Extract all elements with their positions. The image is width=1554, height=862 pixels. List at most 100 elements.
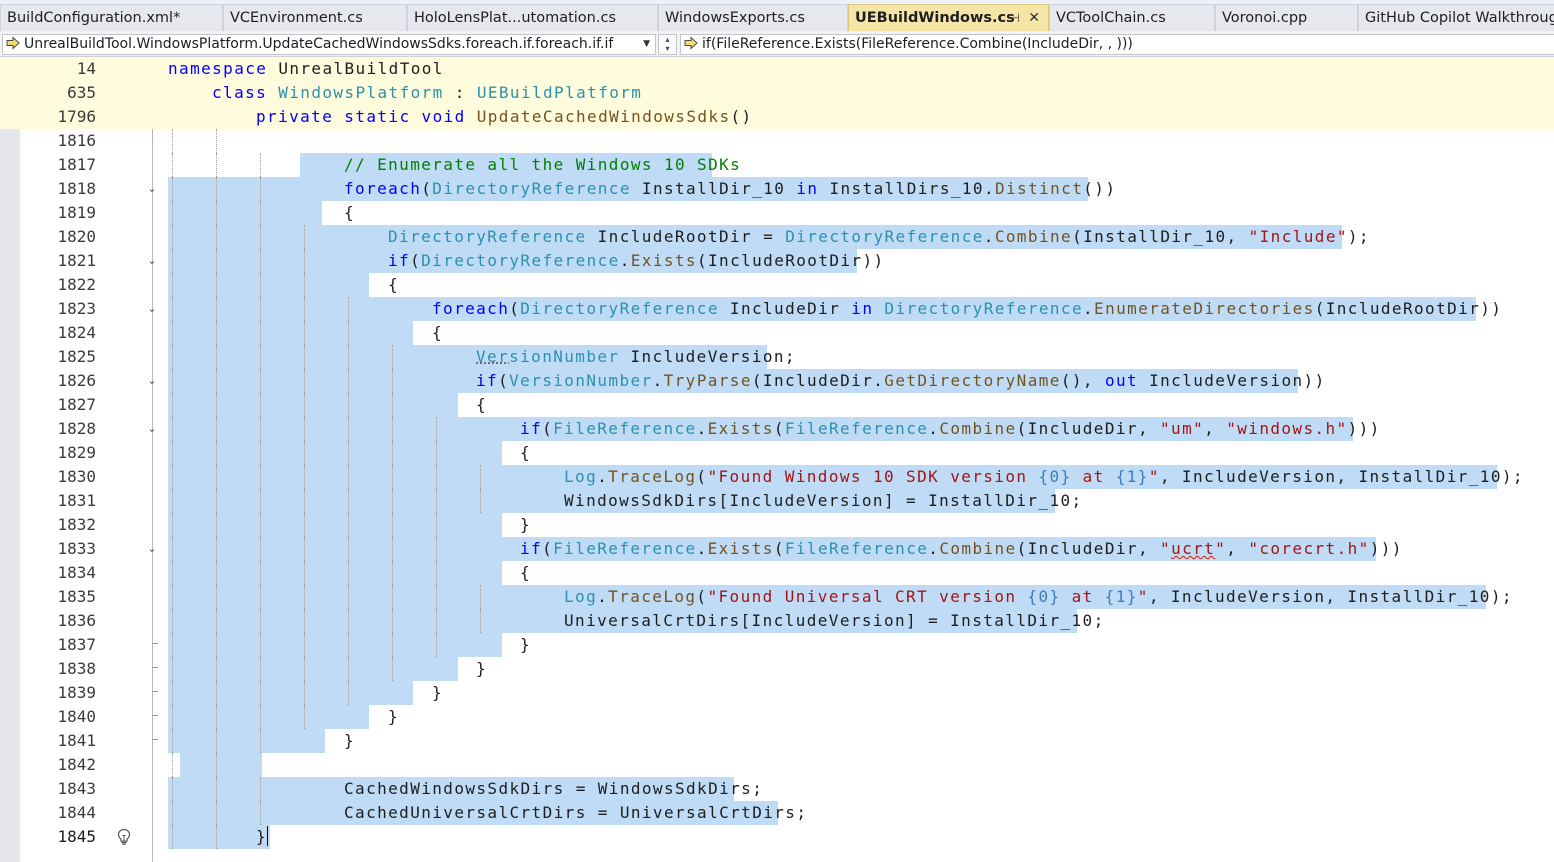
indent-guide	[392, 561, 393, 585]
code-line[interactable]: 1842	[0, 753, 1554, 777]
indent-guide	[260, 705, 261, 729]
code-line[interactable]: 1830 Log.TraceLog("Found Windows 10 SDK v…	[0, 465, 1554, 489]
code-line[interactable]: 1832}	[0, 513, 1554, 537]
collapse-chevron-icon[interactable]: ⌄	[146, 537, 158, 561]
indent-guide	[216, 225, 217, 249]
code-line[interactable]: 1820 DirectoryReference IncludeRootDir = …	[0, 225, 1554, 249]
sticky-scroll-header: 14 namespace UnrealBuildTool 635 class W…	[0, 57, 1554, 130]
indent-guide	[260, 489, 261, 513]
code-line[interactable]: 1840}	[0, 705, 1554, 729]
code-line[interactable]: 1845}	[0, 825, 1554, 849]
code-line[interactable]: 1836 UniversalCrtDirs[IncludeVersion] = I…	[0, 609, 1554, 633]
tab-github-copilot-walkthrough[interactable]: GitHub Copilot Walkthrough	[1358, 4, 1554, 31]
indent-guide	[304, 489, 305, 513]
pin-icon[interactable]: ⊣	[1010, 5, 1020, 31]
code-line[interactable]: 1821 ⌄ if(DirectoryReference.Exists(Includ…	[0, 249, 1554, 273]
close-icon[interactable]: ✕	[1028, 5, 1040, 31]
tab-vctoolchain-cs[interactable]: VCToolChain.cs	[1049, 4, 1215, 31]
indent-guide	[172, 633, 173, 657]
code-text: {	[344, 203, 356, 222]
indent-guide	[348, 681, 349, 705]
code-line[interactable]: 1837}	[0, 633, 1554, 657]
tab-hololensplatform-automation-cs[interactable]: HoloLensPlat...utomation.cs	[407, 4, 658, 31]
code-line[interactable]: 1822 {	[0, 273, 1554, 297]
tab-uebuildwindows-cs[interactable]: UEBuildWindows.cs ⊣ ✕	[848, 4, 1049, 31]
code-line[interactable]: 1817 // Enumerate all the Windows 10 SDKs	[0, 153, 1554, 177]
code-line[interactable]: 1838}	[0, 657, 1554, 681]
indent-guide	[304, 393, 305, 417]
indent-guide	[392, 513, 393, 537]
code-text: WindowsSdkDirs[IncludeVersion] = Install…	[564, 491, 1083, 510]
indent-guide	[260, 801, 261, 825]
code-line[interactable]: 1828 ⌄ if(FileReference.Exists(FileReferen…	[0, 417, 1554, 441]
member-dropdown[interactable]: if(FileReference.Exists(FileReference.Co…	[680, 34, 1554, 55]
tab-buildconfiguration-xml[interactable]: BuildConfiguration.xml*	[0, 4, 223, 31]
code-text: VersionNumber IncludeVersion;	[476, 347, 796, 366]
code-line[interactable]: 1839}	[0, 681, 1554, 705]
collapse-chevron-icon[interactable]: ⌄	[146, 249, 158, 273]
line-number: 1823	[57, 299, 96, 318]
indent-guide	[436, 417, 437, 441]
line-number: 1829	[57, 443, 96, 462]
sticky-line[interactable]: 1796 private static void UpdateCachedWin…	[0, 105, 1554, 129]
code-line[interactable]: 1834 {	[0, 561, 1554, 585]
indent-guide	[216, 825, 217, 849]
scope-label: UnrealBuildTool.WindowsPlatform.UpdateCa…	[24, 36, 614, 52]
indent-guide	[480, 465, 481, 489]
tab-windowsexports-cs[interactable]: WindowsExports.cs	[658, 4, 848, 31]
indent-guide	[260, 513, 261, 537]
indent-guide	[480, 609, 481, 633]
code-line[interactable]: 1823 ⌄ foreach(DirectoryReference IncludeD…	[0, 297, 1554, 321]
code-line[interactable]: 1816	[0, 129, 1554, 153]
line-number: 1825	[57, 347, 96, 366]
code-line[interactable]: 1827 {	[0, 393, 1554, 417]
code-line[interactable]: 1818 ⌄ foreach(DirectoryReference InstallD…	[0, 177, 1554, 201]
collapse-chevron-icon[interactable]: ⌄	[146, 369, 158, 393]
indent-guide	[392, 465, 393, 489]
collapse-chevron-icon[interactable]: ⌄	[146, 297, 158, 321]
collapse-chevron-icon[interactable]: ⌄	[146, 417, 158, 441]
indent-guide	[260, 441, 261, 465]
code-line[interactable]: 1824 {	[0, 321, 1554, 345]
code-line[interactable]: 1826 ⌄ if(VersionNumber.TryParse(IncludeDi…	[0, 369, 1554, 393]
indent-guide	[172, 753, 173, 777]
selection-highlight	[168, 561, 502, 585]
indent-guide	[260, 153, 261, 177]
selection-highlight	[168, 441, 502, 465]
code-line[interactable]: 1833 ⌄ if(FileReference.Exists(FileReferen…	[0, 537, 1554, 561]
code-text: DirectoryReference IncludeRootDir = Dire…	[388, 227, 1370, 246]
indent-guide	[260, 393, 261, 417]
indent-guide	[216, 609, 217, 633]
collapse-chevron-icon[interactable]: ⌄	[146, 177, 158, 201]
code-line[interactable]: 1835 Log.TraceLog("Found Universal CRT ve…	[0, 585, 1554, 609]
scope-dropdown[interactable]: UnrealBuildTool.WindowsPlatform.UpdateCa…	[2, 34, 656, 55]
code-text: }	[520, 515, 532, 534]
code-line[interactable]: 1841}	[0, 729, 1554, 753]
indent-guide	[172, 417, 173, 441]
sticky-line[interactable]: 14 namespace UnrealBuildTool	[0, 57, 1554, 81]
indent-guide	[392, 585, 393, 609]
code-line[interactable]: 1825 VersionNumber IncludeVersion;	[0, 345, 1554, 369]
line-number: 1836	[57, 611, 96, 630]
code-line[interactable]: 1819 {	[0, 201, 1554, 225]
indent-guide	[348, 441, 349, 465]
lightbulb-icon[interactable]	[116, 828, 132, 846]
indent-guide	[260, 297, 261, 321]
sticky-line[interactable]: 635 class WindowsPlatform : UEBuildPlatf…	[0, 81, 1554, 105]
code-line[interactable]: 1829 {	[0, 441, 1554, 465]
tab-label: WindowsExports.cs	[665, 10, 805, 26]
code-line[interactable]: 1844 CachedUniversalCrtDirs = UniversalCr…	[0, 801, 1554, 825]
code-line[interactable]: 1843 CachedWindowsSdkDirs = WindowsSdkDir…	[0, 777, 1554, 801]
code-text: }	[344, 731, 356, 750]
code-editor[interactable]: 1816 1817 // Enumerate all the Windows 10 …	[0, 129, 1554, 862]
line-number: 1822	[57, 275, 96, 294]
code-text: if(FileReference.Exists(FileReference.Co…	[520, 539, 1403, 558]
indent-guide	[172, 249, 173, 273]
tab-vcenvironment-cs[interactable]: VCEnvironment.cs	[223, 4, 407, 31]
code-line[interactable]: 1831 WindowsSdkDirs[IncludeVersion] = Ins…	[0, 489, 1554, 513]
split-view-button[interactable]: ▴ ▾	[658, 34, 677, 55]
indent-guide	[304, 417, 305, 441]
tab-voronoi-cpp[interactable]: Voronoi.cpp	[1215, 4, 1358, 31]
indent-guide	[392, 441, 393, 465]
outline-end-marker	[152, 739, 158, 740]
